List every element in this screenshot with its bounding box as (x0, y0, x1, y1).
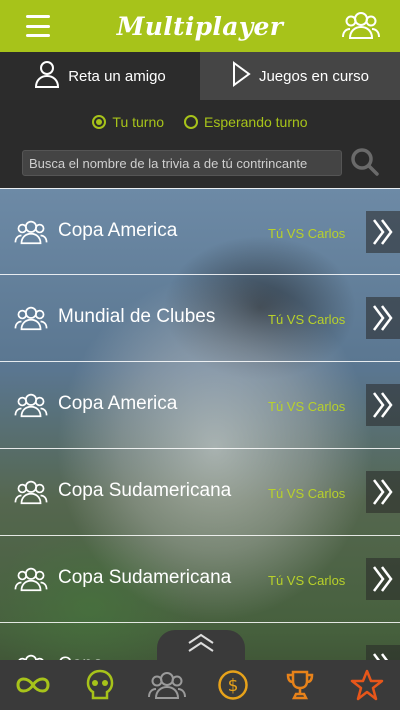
group-icon (14, 305, 48, 336)
user-icon (34, 60, 60, 92)
search-input[interactable] (22, 150, 342, 176)
star-icon[interactable] (347, 665, 387, 705)
tab-reta-amigo[interactable]: Reta un amigo (0, 52, 200, 100)
radio-label: Tu turno (112, 114, 165, 130)
radio-esperando-turno[interactable]: Esperando turno (184, 114, 308, 130)
game-opponent: Tú VS Carlos (268, 312, 346, 327)
radio-circle (92, 115, 107, 129)
game-name: Copa America (58, 393, 178, 414)
group-icon (14, 566, 48, 597)
bottom-nav: $ (0, 660, 400, 710)
chevron-double-right-icon[interactable] (366, 471, 400, 513)
chevron-double-right-icon[interactable] (366, 297, 400, 339)
svg-text:$: $ (228, 676, 239, 696)
skull-icon[interactable] (80, 665, 120, 705)
game-name: Copa America (58, 220, 178, 241)
tab-label: Reta un amigo (68, 67, 166, 85)
game-opponent: Tú VS Carlos (268, 226, 346, 241)
game-row[interactable]: Mundial de Clubes Tú VS Carlos (0, 274, 400, 360)
game-name: Mundial de Clubes (58, 306, 216, 327)
trophy-icon[interactable] (280, 665, 320, 705)
chevron-double-up-icon (186, 633, 216, 658)
radio-circle (184, 115, 199, 129)
infinity-icon[interactable] (13, 665, 53, 705)
play-icon (231, 61, 251, 91)
group-icon (14, 479, 48, 510)
filter-panel: Tu turno Esperando turno (0, 100, 400, 188)
game-row[interactable]: Copa Sudamericana Tú VS Carlos (0, 535, 400, 621)
game-opponent: Tú VS Carlos (268, 573, 346, 588)
game-row[interactable]: Copa Sudamericana Tú VS Carlos (0, 448, 400, 534)
top-bar: Multiplayer (0, 0, 400, 52)
tab-bar: Reta un amigo Juegos en curso (0, 52, 400, 100)
game-name: Copa Sudamericana (58, 480, 232, 501)
menu-icon[interactable] (26, 15, 50, 37)
chevron-double-right-icon[interactable] (366, 558, 400, 600)
chevron-double-right-icon[interactable] (366, 384, 400, 426)
game-name: Copa Sudamericana (58, 567, 232, 588)
group-icon (14, 392, 48, 423)
group-icon[interactable] (342, 10, 380, 45)
search-icon[interactable] (350, 147, 380, 182)
page-title: Multiplayer (116, 11, 284, 41)
game-row[interactable]: Copa America Tú VS Carlos (0, 361, 400, 447)
expand-tab[interactable] (157, 630, 245, 660)
coin-icon[interactable]: $ (213, 665, 253, 705)
radio-tu-turno[interactable]: Tu turno (92, 114, 164, 130)
tab-label: Juegos en curso (258, 67, 370, 85)
radio-label: Esperando turno (204, 114, 308, 130)
tab-juegos-curso[interactable]: Juegos en curso (200, 52, 400, 100)
turn-filter: Tu turno Esperando turno (0, 114, 400, 130)
group-icon (14, 219, 48, 250)
game-opponent: Tú VS Carlos (268, 486, 346, 501)
game-row[interactable]: Copa America Tú VS Carlos (0, 188, 400, 274)
group-icon[interactable] (147, 665, 187, 705)
game-opponent: Tú VS Carlos (268, 399, 346, 414)
chevron-double-right-icon[interactable] (366, 211, 400, 253)
